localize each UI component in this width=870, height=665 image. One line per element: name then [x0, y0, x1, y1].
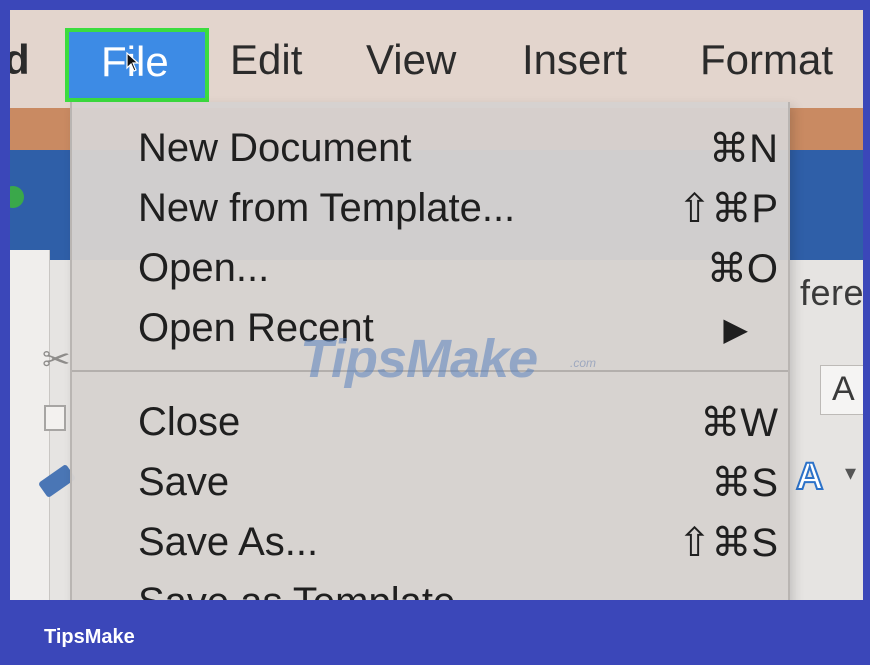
menu-item-label: Save As...	[138, 520, 319, 564]
menu-item-shortcut: ⇧⌘P	[677, 187, 778, 231]
menu-format[interactable]: Format	[700, 36, 833, 84]
menu-item-close[interactable]: Close ⌘W	[138, 396, 778, 456]
menu-item-label: Save as Template	[138, 580, 455, 600]
copy-icon[interactable]	[44, 405, 66, 431]
scissors-icon[interactable]: ✂	[42, 340, 71, 380]
menu-item-save-as[interactable]: Save As... ⇧⌘S	[138, 516, 778, 576]
menu-item-label: Close	[138, 400, 241, 444]
menu-item-label: Save	[138, 460, 230, 504]
menu-item-label: New Document	[138, 126, 412, 170]
menu-app-name[interactable]: d	[10, 36, 30, 84]
font-size-label: A	[832, 370, 855, 408]
menu-bar: d File Edit View Insert Format	[10, 10, 863, 108]
menu-item-open[interactable]: Open... ⌘O	[138, 242, 778, 302]
menu-item-save[interactable]: Save ⌘S	[138, 456, 778, 516]
ribbon-partial-text: fere	[800, 272, 863, 313]
menu-item-shortcut: ⇧⌘S	[677, 521, 778, 565]
menu-item-new-from-template[interactable]: New from Template... ⇧⌘P	[138, 182, 778, 242]
chevron-down-icon[interactable]: ▾	[845, 460, 856, 486]
watermark: TipsMake	[300, 329, 538, 389]
menu-item-shortcut: ⌘O	[706, 247, 778, 291]
menu-item-new-document[interactable]: New Document ⌘N	[138, 122, 778, 182]
watermark-suffix: .com	[570, 356, 597, 370]
menu-view[interactable]: View	[366, 36, 456, 84]
menu-item-shortcut: ⌘W	[700, 401, 778, 445]
submenu-arrow-icon: ▶	[723, 311, 748, 347]
menu-item-shortcut: ⌘S	[711, 461, 778, 505]
menu-item-label: Open...	[138, 246, 270, 290]
menu-item-shortcut: ⌘N	[709, 127, 778, 171]
screenshot-frame: ✂ fere A A ▾ d File Edit View Insert For…	[10, 10, 863, 600]
cursor-icon	[126, 52, 140, 72]
text-effects-icon[interactable]: A	[795, 455, 824, 499]
menu-item-label: New from Template...	[138, 186, 516, 230]
brand-label: TipsMake	[44, 626, 135, 648]
menu-item-save-as-template[interactable]: Save as Template	[138, 576, 778, 600]
menu-edit[interactable]: Edit	[230, 36, 302, 84]
menu-insert[interactable]: Insert	[522, 36, 627, 84]
